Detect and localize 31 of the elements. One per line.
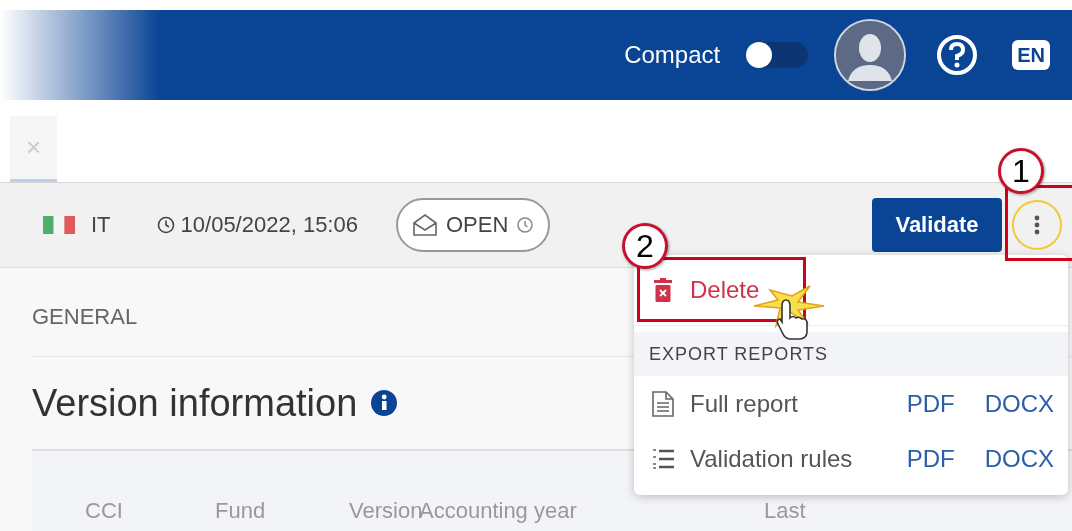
country-code: IT (91, 212, 111, 238)
export-link[interactable]: PDF (906, 389, 955, 418)
report-label: Full report (690, 389, 800, 418)
status-label: OPEN (445, 212, 509, 238)
delete-label: Delete (690, 276, 760, 304)
envelope-icon (411, 213, 438, 237)
compact-toggle[interactable] (746, 42, 809, 68)
export-link[interactable]: DOCX (984, 389, 1054, 418)
clock-icon (156, 216, 175, 234)
info-icon[interactable] (371, 390, 398, 416)
document-icon (652, 390, 674, 417)
trash-icon (654, 278, 672, 302)
compact-label: Compact (624, 41, 721, 69)
column-header: Last (764, 498, 807, 524)
kebab-icon (1034, 215, 1040, 235)
report-label: Validation rules (690, 444, 854, 473)
help-icon[interactable] (936, 34, 979, 76)
date-time: 10/05/2022, 15:06 (180, 212, 358, 238)
language-button[interactable]: EN (1012, 40, 1050, 70)
export-link[interactable]: DOCX (984, 444, 1054, 473)
export-link[interactable]: PDF (906, 444, 955, 473)
menu-section-header: EXPORT REPORTS (634, 332, 1068, 376)
column-header: Version (349, 498, 419, 524)
column-header: Accounting year (419, 498, 578, 524)
section-title: Version information (32, 381, 358, 425)
column-header: Fund (215, 498, 267, 524)
validate-button[interactable]: Validate (872, 198, 1002, 252)
column-header: CCI (84, 498, 124, 524)
clock-icon (516, 216, 535, 234)
numbered-list-icon (652, 447, 674, 470)
flag-icon (43, 216, 75, 234)
